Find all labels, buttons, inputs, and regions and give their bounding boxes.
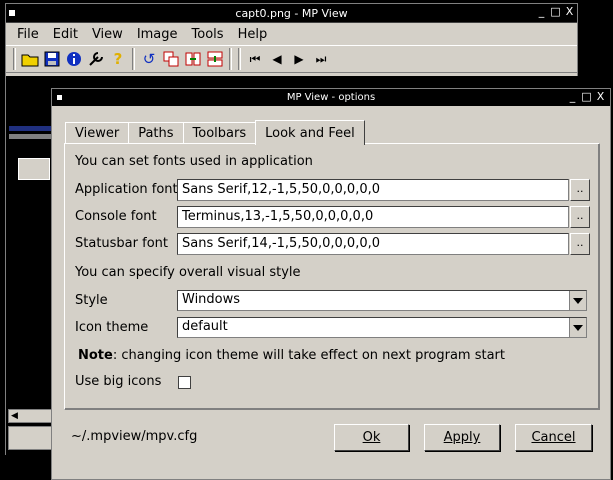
maximize-button[interactable]: □ <box>581 91 592 102</box>
cancel-button[interactable]: Cancel <box>515 424 592 451</box>
style-select[interactable]: Windows <box>177 290 587 311</box>
rotate-icon[interactable]: ↺ <box>138 48 160 70</box>
tab-bar: Viewer Paths Toolbars Look and Feel <box>65 118 365 145</box>
mini-bar <box>9 134 51 139</box>
ok-button-label: Ok <box>362 430 381 445</box>
tab-look-and-feel[interactable]: Look and Feel <box>255 120 365 145</box>
style-label: Style <box>75 293 108 308</box>
statusbar-font-browse-button[interactable]: .. <box>570 233 590 255</box>
menu-tools[interactable]: Tools <box>185 27 231 42</box>
statusbar <box>8 426 52 450</box>
main-titlebar: capt0.png - MP View _ □ X <box>6 4 577 23</box>
tab-toolbars[interactable]: Toolbars <box>182 122 257 144</box>
copy-icon[interactable] <box>160 48 182 70</box>
mini-window-preview <box>18 158 50 180</box>
toolbar-separator <box>229 48 232 70</box>
main-window-title: capt0.png - MP View <box>235 6 348 20</box>
console-font-field[interactable]: Terminus,13,-1,5,50,0,0,0,0,0 <box>177 206 569 228</box>
last-icon[interactable]: ⏭ <box>310 48 332 70</box>
tab-paths[interactable]: Paths <box>128 122 184 144</box>
mini-bar <box>9 126 51 131</box>
application-font-field[interactable]: Sans Serif,12,-1,5,50,0,0,0,0,0 <box>177 179 569 201</box>
ok-button[interactable]: Ok <box>334 424 409 451</box>
statusbar-font-field[interactable]: Sans Serif,14,-1,5,50,0,0,0,0,0 <box>177 233 569 255</box>
help-icon[interactable]: ? <box>107 48 129 70</box>
look-and-feel-panel: You can set fonts used in application Ap… <box>64 143 600 410</box>
icon-theme-select-value: default <box>182 319 228 334</box>
chevron-down-icon[interactable] <box>569 291 586 310</box>
application-font-browse-button[interactable]: .. <box>570 179 590 201</box>
options-dialog: MP View - options _ □ X Viewer Paths Too… <box>51 88 611 480</box>
window-menu-icon[interactable] <box>9 10 15 16</box>
icon-theme-select[interactable]: default <box>177 317 587 338</box>
prev-icon[interactable]: ◀ <box>266 48 288 70</box>
statusbar-font-label: Statusbar font <box>75 236 168 251</box>
style-select-value: Windows <box>182 292 241 307</box>
menu-help[interactable]: Help <box>231 27 275 42</box>
menu-file[interactable]: File <box>10 27 46 42</box>
cancel-button-label: Cancel <box>531 430 576 445</box>
note-body: : changing icon theme will take effect o… <box>112 348 505 363</box>
style-heading: You can specify overall visual style <box>75 265 301 280</box>
close-button[interactable]: X <box>595 91 606 102</box>
icon-theme-label: Icon theme <box>75 320 149 335</box>
menu-image[interactable]: Image <box>130 27 185 42</box>
toolbar: ? ↺ ⏮ ◀ ▶ ⏭ <box>6 45 577 73</box>
maximize-button[interactable]: □ <box>550 6 561 17</box>
horizontal-scrollbar[interactable]: ◀ <box>8 409 52 423</box>
dialog-titlebar: MP View - options _ □ X <box>52 89 610 106</box>
first-icon[interactable]: ⏮ <box>244 48 266 70</box>
chevron-down-icon[interactable] <box>569 318 586 337</box>
toolbar-separator <box>238 48 241 70</box>
thumbnail-strip[interactable] <box>8 78 52 408</box>
toolbar-separator <box>132 48 135 70</box>
note-bold: Note <box>78 348 113 363</box>
dialog-title: MP View - options <box>286 92 376 103</box>
menubar: File Edit View Image Tools Help <box>6 23 577 45</box>
fonts-heading: You can set fonts used in application <box>75 154 313 169</box>
open-folder-icon[interactable] <box>19 48 41 70</box>
note-text: Note: changing icon theme will take effe… <box>78 348 505 363</box>
big-icons-checkbox[interactable] <box>178 376 191 389</box>
save-icon[interactable] <box>41 48 63 70</box>
minimize-button[interactable]: _ <box>536 6 547 17</box>
big-icons-label: Use big icons <box>75 374 162 389</box>
tools-icon[interactable] <box>85 48 107 70</box>
scroll-left-icon[interactable]: ◀ <box>11 411 18 421</box>
menu-view[interactable]: View <box>85 27 130 42</box>
minimize-button[interactable]: _ <box>567 91 578 102</box>
scale-icon[interactable] <box>204 48 226 70</box>
close-button[interactable]: X <box>564 6 575 17</box>
apply-button-label: Apply <box>443 430 481 445</box>
config-path: ~/.mpview/mpv.cfg <box>71 429 198 444</box>
next-icon[interactable]: ▶ <box>288 48 310 70</box>
application-font-label: Application font <box>75 182 178 197</box>
console-font-label: Console font <box>75 209 157 224</box>
compare-icon[interactable] <box>182 48 204 70</box>
menu-edit[interactable]: Edit <box>46 27 85 42</box>
console-font-browse-button[interactable]: .. <box>570 206 590 228</box>
toolbar-separator <box>13 48 16 70</box>
window-menu-icon[interactable] <box>57 95 62 100</box>
info-icon[interactable] <box>63 48 85 70</box>
tab-viewer[interactable]: Viewer <box>65 122 130 144</box>
apply-button[interactable]: Apply <box>424 424 500 451</box>
